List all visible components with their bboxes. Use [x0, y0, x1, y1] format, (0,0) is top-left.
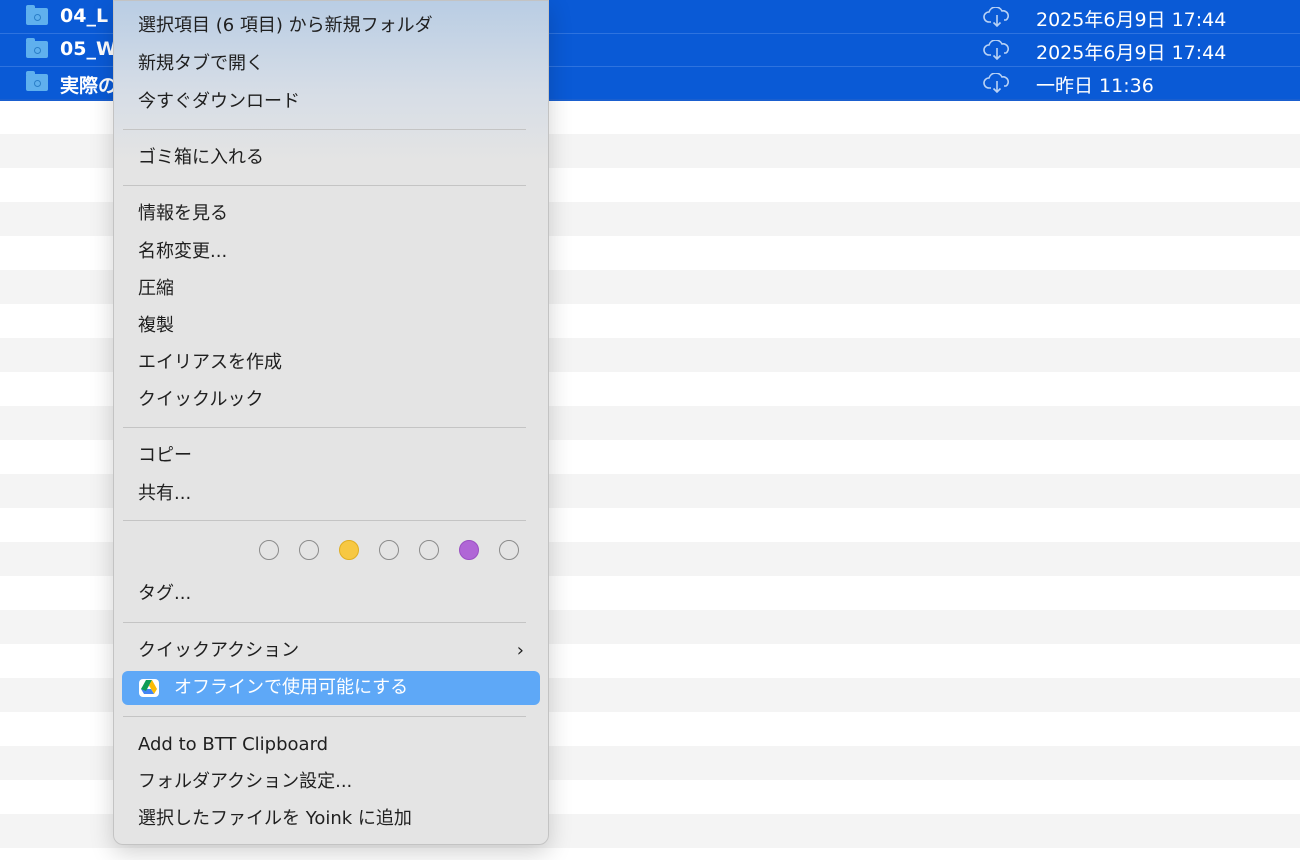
- menu-item-duplicate[interactable]: 複製: [122, 309, 540, 343]
- menu-item-add-to-btt-clipboard[interactable]: Add to BTT Clipboard: [122, 728, 540, 762]
- tag-color-none[interactable]: [379, 540, 399, 560]
- folder-icon: [26, 5, 48, 25]
- menu-separator: [123, 520, 526, 521]
- menu-item-open-in-new-tab[interactable]: 新規タブで開く: [122, 47, 540, 81]
- google-drive-icon: [139, 679, 159, 697]
- menu-separator: [123, 185, 526, 186]
- menu-item-quick-actions[interactable]: クイックアクション ›: [122, 634, 540, 668]
- tag-color-purple[interactable]: [459, 540, 479, 560]
- file-name: 05_W: [60, 38, 117, 60]
- menu-item-make-alias[interactable]: エイリアスを作成: [122, 346, 540, 380]
- menu-item-new-folder-from-selection[interactable]: 選択項目 (6 項目) から新規フォルダ: [122, 9, 540, 43]
- file-name: 実際の: [60, 75, 118, 97]
- tag-color-none[interactable]: [419, 540, 439, 560]
- menu-item-make-available-offline[interactable]: オフラインで使用可能にする: [122, 671, 540, 705]
- menu-item-folder-actions[interactable]: フォルダアクション設定...: [122, 765, 540, 799]
- menu-item-get-info[interactable]: 情報を見る: [122, 197, 540, 231]
- menu-item-add-to-yoink[interactable]: 選択したファイルを Yoink に追加: [122, 802, 540, 836]
- menu-item-move-to-trash[interactable]: ゴミ箱に入れる: [122, 141, 540, 175]
- menu-item-rename[interactable]: 名称変更...: [122, 235, 540, 269]
- quick-actions-label: クイックアクション: [138, 640, 300, 661]
- modified-date: 2025年6月9日 17:44: [1036, 42, 1227, 64]
- tag-color-none[interactable]: [299, 540, 319, 560]
- cloud-download-icon: [983, 7, 1009, 27]
- menu-item-copy[interactable]: コピー: [122, 439, 540, 473]
- menu-item-download-now[interactable]: 今すぐダウンロード: [122, 85, 540, 119]
- tag-color-none[interactable]: [259, 540, 279, 560]
- menu-item-compress[interactable]: 圧縮: [122, 272, 540, 306]
- context-menu: 選択項目 (6 項目) から新規フォルダ 新規タブで開く 今すぐダウンロード ゴ…: [113, 0, 549, 845]
- menu-separator: [123, 622, 526, 623]
- cloud-download-icon: [983, 73, 1009, 93]
- make-available-offline-label: オフラインで使用可能にする: [174, 677, 409, 698]
- folder-icon: [26, 71, 48, 91]
- folder-icon: [26, 38, 48, 58]
- menu-separator: [123, 427, 526, 428]
- modified-date: 一昨日 11:36: [1036, 75, 1154, 97]
- file-name: 04_L: [60, 5, 109, 27]
- menu-item-share[interactable]: 共有...: [122, 477, 540, 511]
- menu-separator: [123, 129, 526, 130]
- chevron-right-icon: ›: [516, 640, 524, 661]
- cloud-download-icon: [983, 40, 1009, 60]
- menu-item-quick-look[interactable]: クイックルック: [122, 383, 540, 417]
- menu-item-tags[interactable]: タグ...: [122, 577, 540, 611]
- tag-color-yellow[interactable]: [339, 540, 359, 560]
- menu-separator: [123, 716, 526, 717]
- modified-date: 2025年6月9日 17:44: [1036, 9, 1227, 31]
- tag-color-none[interactable]: [499, 540, 519, 560]
